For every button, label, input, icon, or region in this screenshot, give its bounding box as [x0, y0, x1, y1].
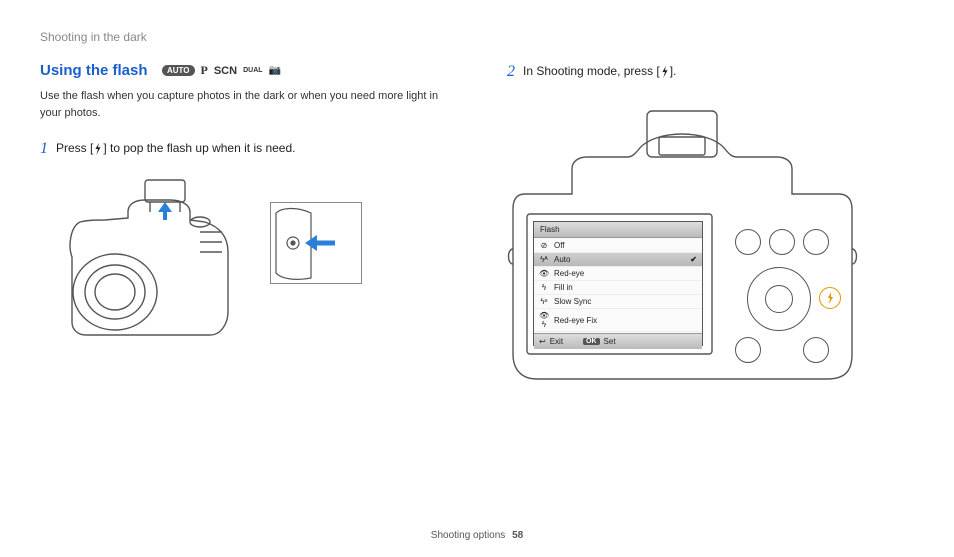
menu-item-label: Off — [554, 241, 565, 250]
camera-button — [735, 229, 761, 255]
left-column: Using the flash AUTO P SCN DUAL 📷 Use th… — [40, 62, 447, 399]
set-label: Set — [604, 337, 616, 346]
page-number: 58 — [512, 530, 523, 541]
menu-title: Flash — [534, 222, 702, 238]
menu-item-label: Fill in — [554, 283, 573, 292]
mode-auto-icon: AUTO — [162, 65, 195, 76]
section-intro: Use the flash when you capture photos in… — [40, 88, 447, 121]
flash-menu-list: ⊘ Off ϟᴬ Auto ✔ 👁 Red-eye — [534, 238, 702, 333]
section-header: Using the flash AUTO P SCN DUAL 📷 — [40, 62, 447, 80]
camera-flash-button — [819, 287, 841, 309]
step-text-post: ]. — [670, 64, 677, 78]
mode-icons: AUTO P SCN DUAL 📷 — [162, 63, 281, 78]
flash-icon — [93, 143, 103, 155]
flash-auto-icon: ϟᴬ — [539, 255, 549, 264]
menu-item-redeyefix: 👁ϟ Red-eye Fix — [534, 309, 702, 332]
footer-set: OK Set — [583, 337, 616, 346]
breadcrumb: Shooting in the dark — [40, 30, 914, 44]
manual-page: Shooting in the dark Using the flash AUT… — [0, 0, 954, 557]
menu-item-auto: ϟᴬ Auto ✔ — [534, 253, 702, 267]
mode-camera-icon: 📷 — [269, 65, 281, 76]
ok-icon: OK — [583, 338, 600, 345]
step-2: 2 In Shooting mode, press []. — [507, 62, 914, 81]
step-text: Press [ ] to pop the flash up when it is … — [56, 139, 295, 158]
menu-footer: ↩ Exit OK Set — [534, 333, 702, 349]
off-icon: ⊘ — [539, 241, 549, 250]
mode-p-icon: P — [201, 63, 208, 78]
redeyefix-icon: 👁ϟ — [539, 311, 549, 329]
flash-icon — [820, 288, 840, 308]
flash-icon — [660, 66, 670, 78]
camera-button — [735, 337, 761, 363]
step-number: 1 — [40, 139, 48, 158]
lcd-screen: Flash ⊘ Off ϟᴬ Auto ✔ 👁 — [533, 221, 703, 346]
step-number: 2 — [507, 62, 515, 81]
slowsync-icon: ϟˢ — [539, 297, 549, 306]
footer-section: Shooting options — [431, 530, 506, 541]
flash-release-detail — [270, 202, 362, 284]
camera-button — [803, 337, 829, 363]
exit-label: Exit — [550, 337, 563, 346]
step-text-pre: In Shooting mode, press [ — [523, 64, 660, 78]
menu-item-label: Red-eye — [554, 269, 584, 278]
step-1: 1 Press [ ] to pop the flash up when it i… — [40, 139, 447, 158]
menu-item-off: ⊘ Off — [534, 239, 702, 253]
camera-ok-button — [765, 285, 793, 313]
menu-item-fillin: ϟ Fill in — [534, 281, 702, 295]
content-columns: Using the flash AUTO P SCN DUAL 📷 Use th… — [40, 62, 914, 399]
menu-item-slowsync: ϟˢ Slow Sync — [534, 295, 702, 309]
camera-flash-popup-illustration — [50, 172, 447, 362]
menu-item-label: Auto — [554, 255, 570, 264]
step-text-post: ] to pop the flash up when it is need. — [103, 141, 295, 155]
menu-item-label: Red-eye Fix — [554, 316, 597, 325]
menu-item-label: Slow Sync — [554, 297, 591, 306]
camera-button — [803, 229, 829, 255]
menu-item-redeye: 👁 Red-eye — [534, 267, 702, 281]
mode-scn-icon: SCN — [214, 65, 237, 77]
flash-icon: ϟ — [539, 283, 549, 292]
camera-button — [769, 229, 795, 255]
step-text: In Shooting mode, press []. — [523, 62, 676, 81]
redeye-icon: 👁 — [539, 269, 549, 278]
right-column: 2 In Shooting mode, press []. — [507, 62, 914, 399]
back-icon: ↩ — [539, 337, 546, 346]
page-footer: Shooting options 58 — [0, 530, 954, 541]
mode-dual-icon: DUAL — [243, 67, 262, 74]
section-title: Using the flash — [40, 62, 148, 79]
footer-exit: ↩ Exit — [539, 337, 563, 346]
step-text-pre: Press [ — [56, 141, 93, 155]
check-icon: ✔ — [690, 255, 697, 264]
camera-rear-illustration: Flash ⊘ Off ϟᴬ Auto ✔ 👁 — [507, 99, 887, 399]
